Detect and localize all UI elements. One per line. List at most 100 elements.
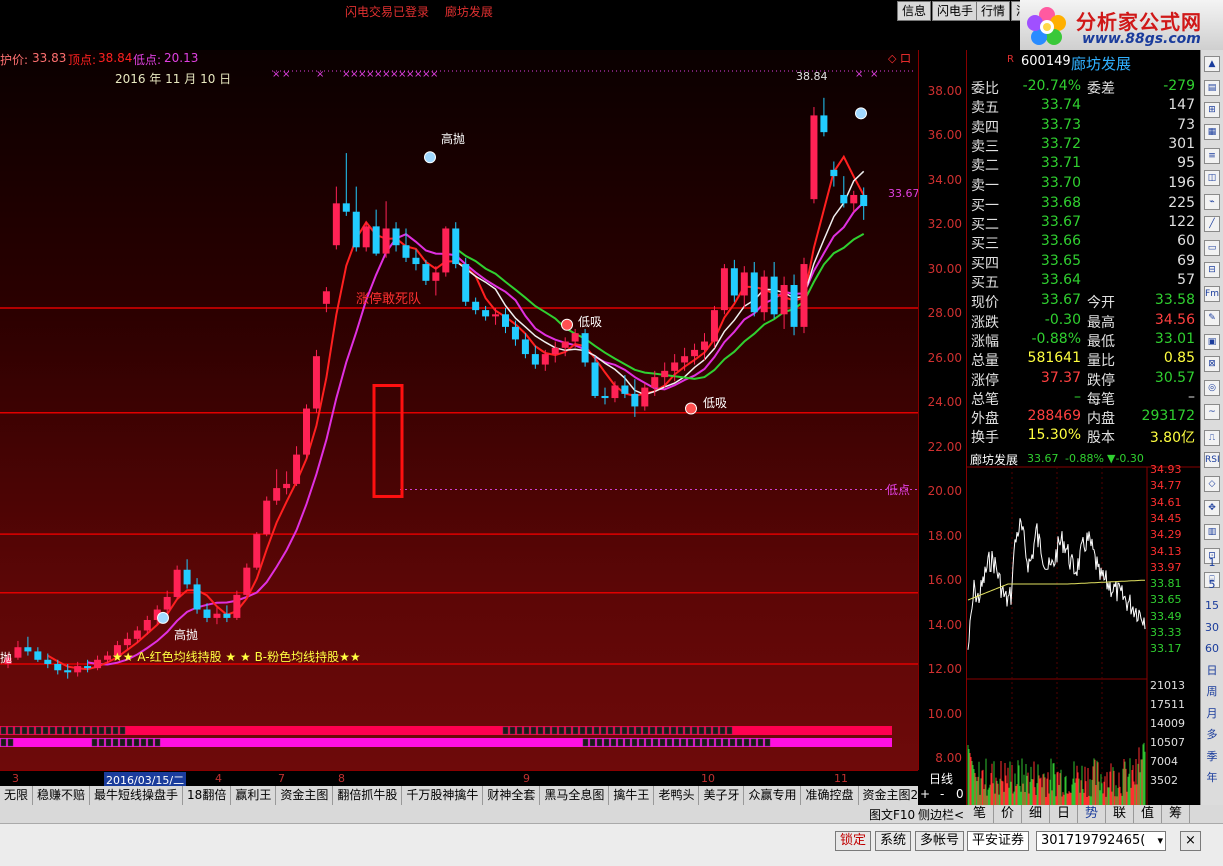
indicator-tab[interactable]: 准确控盘 <box>801 786 859 805</box>
quote-button[interactable]: 行情 <box>976 1 1011 21</box>
indicator-tab[interactable]: 18翻倍 <box>183 786 232 805</box>
tool-icon-5[interactable]: ≡ <box>1204 148 1220 164</box>
tool-icon-7[interactable]: ⌁ <box>1204 194 1220 210</box>
signal-bar-cell <box>140 738 147 747</box>
stock-name: 廊坊发展 <box>1071 55 1132 73</box>
tool-icon-3[interactable]: ⊞ <box>1204 102 1220 118</box>
indicator-tab[interactable]: 资金主图2 <box>859 786 919 805</box>
period-shortcut[interactable]: 日 <box>1204 664 1220 680</box>
signal-bar-cell <box>589 738 596 747</box>
signal-bar-cell <box>56 726 63 735</box>
candle-body <box>511 326 519 340</box>
period-shortcut[interactable]: 周 <box>1204 685 1220 701</box>
price-tick: 28.00 <box>927 306 962 320</box>
quote-label-2: 委差 <box>1087 81 1115 97</box>
flash-trade-button[interactable]: 闪电手 <box>932 1 979 21</box>
reset-button[interactable]: 0 <box>956 787 964 801</box>
candle-body <box>104 655 111 660</box>
tool-icon-14[interactable]: ⊠ <box>1204 356 1220 372</box>
tool-icon-16[interactable]: ~ <box>1204 404 1220 420</box>
indicator-tab[interactable]: 众赢专用 <box>744 786 802 805</box>
tool-icon-18[interactable]: RSI <box>1204 452 1220 468</box>
close-account-button[interactable]: × <box>1180 831 1201 851</box>
candle-body <box>352 211 360 248</box>
tool-icon-1[interactable]: ▲ <box>1204 56 1220 72</box>
quote-label: 买二 <box>971 217 999 234</box>
indicator-tab[interactable]: 美子牙 <box>699 786 745 805</box>
graph-f10-button[interactable]: 图文F10 <box>869 806 915 823</box>
indicator-tab[interactable]: 老鸭头 <box>654 786 700 805</box>
candle-body <box>710 310 718 342</box>
tool-icon-20[interactable]: ✥ <box>1204 500 1220 516</box>
sidebar-toggle-button[interactable]: 侧边栏< <box>918 806 964 823</box>
candle-body <box>322 291 330 304</box>
period-shortcut[interactable]: 月 <box>1204 707 1220 723</box>
multi-account-button[interactable]: 多帐号 <box>915 831 965 851</box>
detail-tab[interactable]: 势 <box>1078 805 1106 823</box>
signal-bar-cell <box>635 726 642 735</box>
detail-tab[interactable]: 笔 <box>966 805 994 823</box>
detail-tab[interactable]: 筹 <box>1162 805 1190 823</box>
indicator-tab[interactable]: 黑马全息图 <box>540 786 610 805</box>
zoom-out-button[interactable]: - <box>940 787 944 801</box>
indicator-tab[interactable]: 赢利王 <box>231 786 277 805</box>
indicator-tab[interactable]: 最牛短线操盘手 <box>90 786 184 805</box>
tool-icon-10[interactable]: ⊟ <box>1204 262 1220 278</box>
account-select[interactable]: 301719792465( ▾ <box>1036 831 1166 851</box>
quote-value: 33.65 <box>1040 252 1081 269</box>
period-shortcut[interactable]: 5 <box>1204 578 1220 594</box>
tool-icon-15[interactable]: ◎ <box>1204 380 1220 396</box>
info-button[interactable]: 信息 <box>897 1 932 21</box>
tool-icon-19[interactable]: ◇ <box>1204 476 1220 492</box>
tool-icon-6[interactable]: ◫ <box>1204 170 1220 186</box>
indicator-tab[interactable]: 财神全套 <box>483 786 541 805</box>
tool-icon-2[interactable]: ▤ <box>1204 80 1220 96</box>
quote-value-2: 33.01 <box>1154 330 1195 347</box>
tool-icon-8[interactable]: ╱ <box>1204 216 1220 232</box>
date-tick: 10 <box>701 772 715 785</box>
period-shortcut[interactable]: 季 <box>1204 750 1220 766</box>
tool-icon-13[interactable]: ▣ <box>1204 334 1220 350</box>
price-tick: 34.00 <box>927 173 962 187</box>
indicator-tab[interactable]: 翻倍抓牛股 <box>333 786 403 805</box>
indicator-tab[interactable]: 资金主图 <box>276 786 334 805</box>
quote-value-2: 301 <box>1168 135 1195 152</box>
intraday-mini-chart[interactable]: 廊坊发展 33.67 -0.88% ▼-0.30 34.93 34.77 34.61… <box>966 450 1201 805</box>
mini-price-tick: 33.97 <box>1150 560 1182 574</box>
indicator-tab[interactable]: 擒牛王 <box>609 786 655 805</box>
period-shortcut[interactable]: 1 <box>1204 556 1220 572</box>
tool-icon-12[interactable]: ✎ <box>1204 310 1220 326</box>
period-label[interactable]: 日线 <box>929 770 953 787</box>
period-shortcut[interactable]: 30 <box>1204 621 1220 637</box>
detail-tab[interactable]: 日 <box>1050 805 1078 823</box>
candle-body <box>312 356 320 409</box>
period-shortcut[interactable]: 多 <box>1204 728 1220 744</box>
candle-body <box>551 347 559 355</box>
system-button[interactable]: 系统 <box>875 831 912 851</box>
candle-body <box>233 594 241 618</box>
tool-icon-9[interactable]: ▭ <box>1204 240 1220 256</box>
zoom-in-button[interactable]: + <box>920 787 930 801</box>
quote-label: 买一 <box>971 197 999 214</box>
period-shortcut[interactable]: 60 <box>1204 642 1220 658</box>
detail-tab[interactable]: 联 <box>1106 805 1134 823</box>
tool-icon-21[interactable]: ▥ <box>1204 524 1220 540</box>
chevron-down-icon[interactable]: ▾ <box>1157 832 1163 850</box>
signal-bar-cell <box>98 726 105 735</box>
indicator-tab[interactable]: 千万股神擒牛 <box>402 786 484 805</box>
tool-icon-4[interactable]: ▦ <box>1204 124 1220 140</box>
tool-icon-11[interactable]: Fm <box>1204 286 1220 302</box>
period-shortcut[interactable]: 15 <box>1204 599 1220 615</box>
period-shortcut[interactable]: 年 <box>1204 771 1220 787</box>
lock-button[interactable]: 锁定 <box>835 831 872 851</box>
indicator-tab[interactable]: 无限 <box>0 786 34 805</box>
candle-body <box>561 341 569 348</box>
signal-bar-cell <box>105 738 112 747</box>
mini-price-tick: 34.61 <box>1150 495 1182 509</box>
detail-tab[interactable]: 值 <box>1134 805 1162 823</box>
detail-tab[interactable]: 细 <box>1022 805 1050 823</box>
indicator-tab[interactable]: 稳赚不赔 <box>33 786 91 805</box>
tool-icon-17[interactable]: ⎍ <box>1204 430 1220 446</box>
status-bar: 锁定 系统 多帐号 平安证券 301719792465( ▾ × <box>0 823 1223 866</box>
detail-tab[interactable]: 价 <box>994 805 1022 823</box>
